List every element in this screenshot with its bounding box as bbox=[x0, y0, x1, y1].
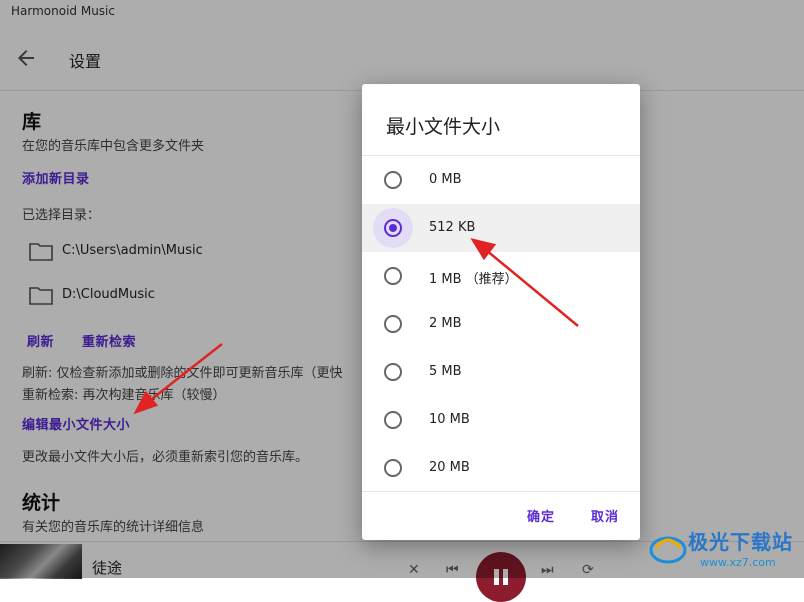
radio-icon[interactable] bbox=[384, 171, 402, 189]
radio-icon[interactable] bbox=[384, 315, 402, 333]
confirm-button[interactable]: 确定 bbox=[527, 506, 555, 525]
radio-icon[interactable] bbox=[384, 363, 402, 381]
option-label: 20 MB bbox=[429, 460, 470, 475]
option-label: 10 MB bbox=[429, 412, 470, 427]
radio-selected-icon[interactable] bbox=[384, 219, 402, 237]
watermark-logo: 极光下载站 www.xz7.com bbox=[644, 520, 804, 578]
option-20mb[interactable]: 20 MB bbox=[362, 444, 640, 492]
option-0mb[interactable]: 0 MB bbox=[362, 156, 640, 204]
watermark-text: 极光下载站 bbox=[688, 530, 793, 554]
watermark-url: www.xz7.com bbox=[700, 556, 776, 569]
option-label: 5 MB bbox=[429, 364, 462, 379]
radio-icon[interactable] bbox=[384, 459, 402, 477]
option-5mb[interactable]: 5 MB bbox=[362, 348, 640, 396]
dialog-title: 最小文件大小 bbox=[386, 116, 501, 138]
watermark-icon bbox=[649, 536, 687, 564]
min-file-size-dialog: 最小文件大小 0 MB 512 KB 1 MB （推荐） 2 MB 5 MB 1… bbox=[362, 84, 640, 540]
radio-icon[interactable] bbox=[384, 267, 402, 285]
cancel-button[interactable]: 取消 bbox=[591, 506, 619, 525]
option-512kb[interactable]: 512 KB bbox=[362, 204, 640, 252]
option-10mb[interactable]: 10 MB bbox=[362, 396, 640, 444]
option-2mb[interactable]: 2 MB bbox=[362, 300, 640, 348]
divider bbox=[362, 491, 640, 492]
radio-icon[interactable] bbox=[384, 411, 402, 429]
option-label: 512 KB bbox=[429, 220, 476, 235]
option-label: 1 MB （推荐） bbox=[429, 272, 518, 287]
option-label: 2 MB bbox=[429, 316, 462, 331]
option-label: 0 MB bbox=[429, 172, 462, 187]
option-1mb[interactable]: 1 MB （推荐） bbox=[362, 252, 640, 300]
